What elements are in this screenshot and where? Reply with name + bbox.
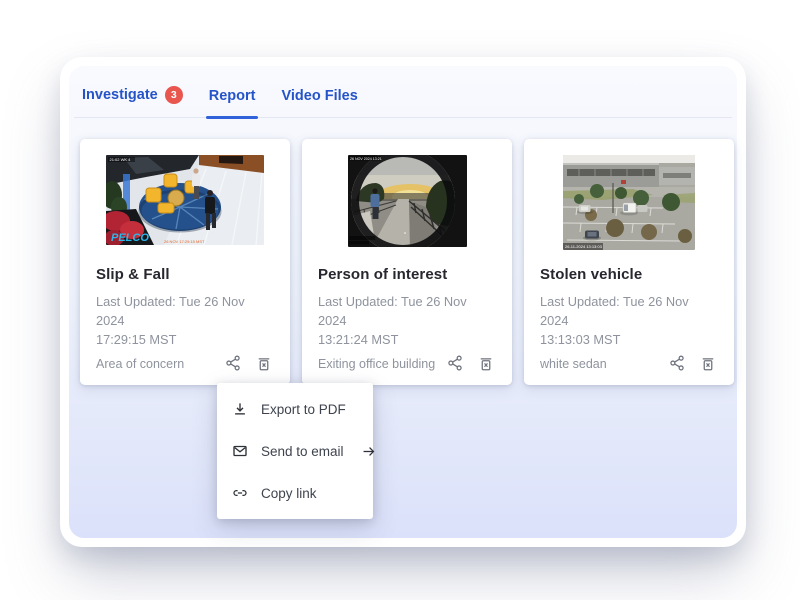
camera-thumbnail-parking-lot[interactable]: 26-11-2024 13:13:03 (563, 155, 695, 250)
last-updated-time: 17:29:15 MST (96, 330, 274, 349)
thumbnail-wrap: 26 NOV 2024 13:21 (318, 155, 496, 259)
camera-thumbnail-lobby[interactable]: 21:02 WK 4 PELCO 26 NOV 17:29:15 MST (106, 155, 264, 245)
menu-item-label: Send to email (261, 444, 344, 459)
card-title: Person of interest (318, 266, 496, 283)
menu-item-send-to-email[interactable]: Send to email (217, 430, 373, 472)
report-card-stolen-vehicle[interactable]: 26-11-2024 13:13:03 Stolen vehicle Last … (524, 139, 734, 385)
delete-icon[interactable] (476, 353, 496, 373)
last-updated-time: 13:13:03 MST (540, 330, 718, 349)
card-last-updated: Last Updated: Tue 26 Nov 2024 13:21:24 M… (318, 292, 496, 350)
share-icon[interactable] (223, 353, 243, 373)
tab-bar: Investigate 3 Report Video Files (74, 66, 732, 118)
card-actions (667, 353, 718, 373)
arrow-right-icon (360, 443, 377, 460)
last-updated-date: Last Updated: Tue 26 Nov 2024 (540, 292, 718, 330)
card-last-updated: Last Updated: Tue 26 Nov 2024 17:29:15 M… (96, 292, 274, 350)
camera-osd-text: 21:02 WK 4 (110, 157, 132, 162)
menu-item-copy-link[interactable]: Copy link (217, 472, 373, 514)
pelco-watermark: PELCO (111, 232, 149, 244)
card-title: Slip & Fall (96, 266, 274, 283)
menu-item-label: Copy link (261, 486, 317, 501)
tab-report[interactable]: Report (209, 88, 256, 117)
menu-item-label: Export to PDF (261, 402, 346, 417)
download-icon (231, 400, 249, 418)
tab-report-label: Report (209, 88, 256, 104)
thumbnail-wrap: 21:02 WK 4 PELCO 26 NOV 17:29:15 MST (96, 155, 274, 259)
camera-footer-text: 26 NOV 17:29:15 MST (164, 239, 205, 244)
email-icon (231, 442, 249, 460)
card-last-updated: Last Updated: Tue 26 Nov 2024 13:13:03 M… (540, 292, 718, 350)
delete-icon[interactable] (254, 353, 274, 373)
investigate-count-badge: 3 (165, 86, 183, 104)
delete-icon[interactable] (698, 353, 718, 373)
card-title: Stolen vehicle (540, 266, 718, 283)
report-card-person-of-interest[interactable]: 26 NOV 2024 13:21 Person of interest Las… (302, 139, 512, 385)
share-context-menu: Export to PDF Send to email Copy link (217, 383, 373, 519)
last-updated-date: Last Updated: Tue 26 Nov 2024 (96, 292, 274, 330)
card-actions (445, 353, 496, 373)
menu-item-export-to-pdf[interactable]: Export to PDF (217, 388, 373, 430)
camera-thumbnail-fisheye[interactable]: 26 NOV 2024 13:21 (348, 155, 467, 247)
share-icon[interactable] (667, 353, 687, 373)
tab-investigate-label: Investigate (82, 87, 158, 103)
tab-video-files-label: Video Files (281, 88, 357, 104)
last-updated-time: 13:21:24 MST (318, 330, 496, 349)
report-card-slip-and-fall[interactable]: 21:02 WK 4 PELCO 26 NOV 17:29:15 MST Sli… (80, 139, 290, 385)
link-icon (231, 484, 249, 502)
last-updated-date: Last Updated: Tue 26 Nov 2024 (318, 292, 496, 330)
camera-osd-text: 26 NOV 2024 13:21 (350, 157, 382, 161)
camera-osd-text: 26-11-2024 13:13:03 (565, 244, 603, 249)
card-actions (223, 353, 274, 373)
tab-video-files[interactable]: Video Files (281, 88, 357, 117)
thumbnail-wrap: 26-11-2024 13:13:03 (540, 155, 718, 259)
share-icon[interactable] (445, 353, 465, 373)
tab-investigate[interactable]: Investigate 3 (82, 86, 183, 117)
